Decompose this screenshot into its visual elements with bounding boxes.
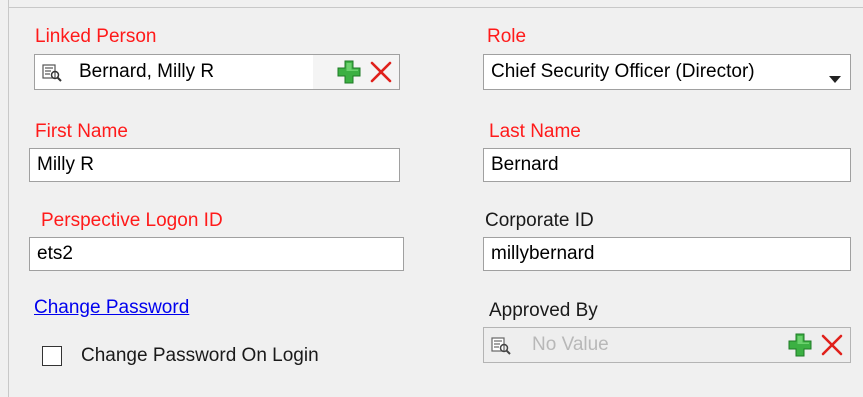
role-selected-value: Chief Security Officer (Director) bbox=[491, 61, 755, 82]
approved-by-label: Approved By bbox=[489, 300, 598, 321]
linked-person-value: Bernard, Milly R bbox=[79, 61, 215, 82]
first-name-label: First Name bbox=[35, 121, 128, 142]
change-password-on-login-checkbox[interactable] bbox=[42, 346, 62, 366]
lookup-list-icon[interactable] bbox=[42, 63, 62, 83]
corporate-id-input[interactable]: millybernard bbox=[483, 237, 851, 271]
change-password-on-login-label: Change Password On Login bbox=[81, 345, 319, 366]
approved-by-lookup[interactable]: No Value bbox=[483, 327, 851, 363]
role-label: Role bbox=[487, 26, 527, 47]
first-name-input[interactable]: Milly R bbox=[29, 148, 400, 182]
last-name-label: Last Name bbox=[489, 121, 581, 142]
remove-x-icon[interactable] bbox=[369, 60, 393, 84]
logon-id-label: Perspective Logon ID bbox=[41, 210, 223, 231]
add-plus-icon[interactable] bbox=[788, 333, 812, 357]
lookup-list-icon[interactable] bbox=[491, 336, 511, 356]
linked-person-actions bbox=[313, 55, 399, 89]
corporate-id-label: Corporate ID bbox=[485, 210, 594, 231]
change-password-link[interactable]: Change Password bbox=[34, 297, 189, 319]
linked-person-lookup[interactable]: Bernard, Milly R bbox=[34, 54, 400, 90]
chevron-down-icon[interactable] bbox=[829, 68, 841, 90]
approved-by-placeholder: No Value bbox=[532, 334, 609, 355]
panel-top-edge bbox=[8, 7, 863, 8]
last-name-input[interactable]: Bernard bbox=[483, 148, 851, 182]
linked-person-label: Linked Person bbox=[35, 26, 157, 47]
approved-by-actions bbox=[764, 328, 850, 362]
role-dropdown[interactable]: Chief Security Officer (Director) bbox=[483, 54, 851, 90]
logon-id-input[interactable]: ets2 bbox=[29, 237, 404, 271]
add-plus-icon[interactable] bbox=[337, 60, 361, 84]
window-left-edge bbox=[0, 0, 9, 397]
remove-x-icon[interactable] bbox=[820, 333, 844, 357]
